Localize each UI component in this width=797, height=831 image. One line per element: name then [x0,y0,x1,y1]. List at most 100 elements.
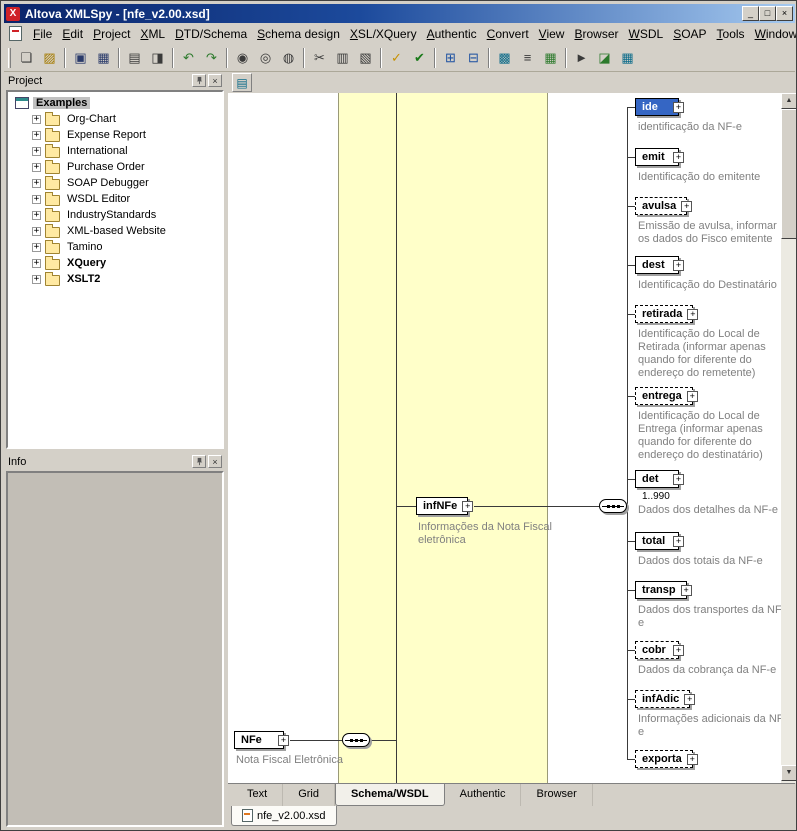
expand-icon[interactable]: + [32,147,41,156]
restore-button[interactable]: □ [759,6,776,21]
project-item-tamino[interactable]: +Tamino [8,239,222,255]
undo-button[interactable]: ↶ [177,47,200,69]
expand-icon[interactable]: + [684,694,695,705]
element-transp[interactable]: transp+ [635,581,687,599]
element-emit[interactable]: emit+ [635,148,679,166]
expand-icon[interactable]: + [32,163,41,172]
table-view-button[interactable]: ▦ [616,47,639,69]
pin-button[interactable] [192,74,206,87]
save-all-button[interactable]: ▦ [92,47,115,69]
menu-edit[interactable]: Edit [57,25,88,43]
menu-dtd-schema[interactable]: DTD/Schema [170,25,252,43]
project-item-org-chart[interactable]: +Org-Chart [8,111,222,127]
element-retirada[interactable]: retirada+ [635,305,693,323]
close-panel-button[interactable]: × [208,74,222,87]
element-entrega[interactable]: entrega+ [635,387,693,405]
expand-icon[interactable]: + [681,585,692,596]
database-import-button[interactable]: ◪ [593,47,616,69]
project-item-xslt2[interactable]: +XSLT2 [8,271,222,287]
expand-icon[interactable]: + [462,501,473,512]
menu-convert[interactable]: Convert [482,25,534,43]
print-preview-button[interactable]: ◨ [146,47,169,69]
menu-xml[interactable]: XML [135,25,170,43]
project-root-examples[interactable]: Examples [8,95,222,111]
project-tree[interactable]: Examples+Org-Chart+Expense Report+Intern… [6,90,224,449]
expand-icon[interactable]: + [673,260,684,271]
menu-tools[interactable]: Tools [712,25,750,43]
menu-browser[interactable]: Browser [569,25,623,43]
view-tab-browser[interactable]: Browser [521,784,592,806]
element-NFe[interactable]: NFe + [234,731,284,749]
menu-schema-design[interactable]: Schema design [252,25,345,43]
element-infAdic[interactable]: infAdic+ [635,690,690,708]
expand-icon[interactable]: + [687,309,698,320]
project-item-soap-debugger[interactable]: +SOAP Debugger [8,175,222,191]
project-item-industrystandards[interactable]: +IndustryStandards [8,207,222,223]
expand-icon[interactable]: + [32,275,41,284]
replace-button[interactable]: ◍ [277,47,300,69]
project-item-xquery[interactable]: +XQuery [8,255,222,271]
minimize-button[interactable]: _ [742,6,759,21]
scroll-down-icon[interactable]: ▼ [781,765,797,781]
view-tab-grid[interactable]: Grid [283,784,335,806]
insert-element-button[interactable]: ⊞ [439,47,462,69]
expand-icon[interactable]: + [673,474,684,485]
close-button[interactable]: × [776,6,793,21]
expand-icon[interactable]: + [32,179,41,188]
pin-button[interactable] [192,455,206,468]
text-view-button[interactable]: ≡ [516,47,539,69]
sequence-icon[interactable] [599,499,627,513]
project-item-purchase-order[interactable]: +Purchase Order [8,159,222,175]
new-file-button[interactable]: ❏ [15,47,38,69]
element-det[interactable]: det+ [635,470,679,488]
expand-icon[interactable]: + [687,391,698,402]
expand-icon[interactable]: + [681,201,692,212]
expand-icon[interactable]: + [673,645,684,656]
title-bar[interactable]: X Altova XMLSpy - [nfe_v2.00.xsd] _□× [4,4,795,23]
project-item-expense-report[interactable]: +Expense Report [8,127,222,143]
expand-icon[interactable]: + [32,243,41,252]
document-icon[interactable] [9,26,22,41]
expand-icon[interactable]: + [32,115,41,124]
expand-icon[interactable]: + [32,227,41,236]
menu-view[interactable]: View [534,25,570,43]
find-next-button[interactable]: ◎ [254,47,277,69]
vertical-scrollbar[interactable]: ▲ ▼ [781,93,797,783]
validate-button[interactable]: ✔ [408,47,431,69]
info-panel-caption[interactable]: Info × [4,453,226,470]
expand-icon[interactable]: + [32,131,41,140]
expand-icon[interactable]: + [673,536,684,547]
print-button[interactable]: ▤ [123,47,146,69]
element-infNFe[interactable]: infNFe + [416,497,468,515]
expand-icon[interactable]: + [673,102,684,113]
expand-icon[interactable]: + [673,152,684,163]
view-tab-authentic[interactable]: Authentic [445,784,522,806]
element-exporta[interactable]: exporta+ [635,750,693,768]
paste-button[interactable]: ▧ [354,47,377,69]
schema-canvas[interactable]: NFe + Nota Fiscal Eletrônica infNFe + In… [228,93,781,783]
menu-authentic[interactable]: Authentic [422,25,482,43]
project-item-international[interactable]: +International [8,143,222,159]
project-item-wsdl-editor[interactable]: +WSDL Editor [8,191,222,207]
expand-icon[interactable]: + [278,735,289,746]
open-file-button[interactable]: ▨ [38,47,61,69]
sequence-icon[interactable] [342,733,370,747]
toolbar-grip[interactable] [8,48,11,68]
schema-design-view-button[interactable]: ▩ [493,47,516,69]
menu-wsdl[interactable]: WSDL [624,25,669,43]
menu-file[interactable]: File [28,25,57,43]
save-file-button[interactable]: ▣ [69,47,92,69]
project-panel-caption[interactable]: Project × [4,72,226,89]
scroll-up-icon[interactable]: ▲ [781,93,797,109]
find-button[interactable]: ◉ [231,47,254,69]
expand-icon[interactable]: + [32,195,41,204]
element-ide[interactable]: ide+ [635,98,679,116]
expand-icon[interactable]: + [32,259,41,268]
menu-window[interactable]: Window [750,25,797,43]
scrollbar-thumb[interactable] [781,109,797,239]
redo-button[interactable]: ↷ [200,47,223,69]
expand-icon[interactable]: + [32,211,41,220]
project-item-xml-based-website[interactable]: +XML-based Website [8,223,222,239]
file-tab-nfe-v2-00-xsd[interactable]: nfe_v2.00.xsd [231,806,337,826]
close-panel-button[interactable]: × [208,455,222,468]
